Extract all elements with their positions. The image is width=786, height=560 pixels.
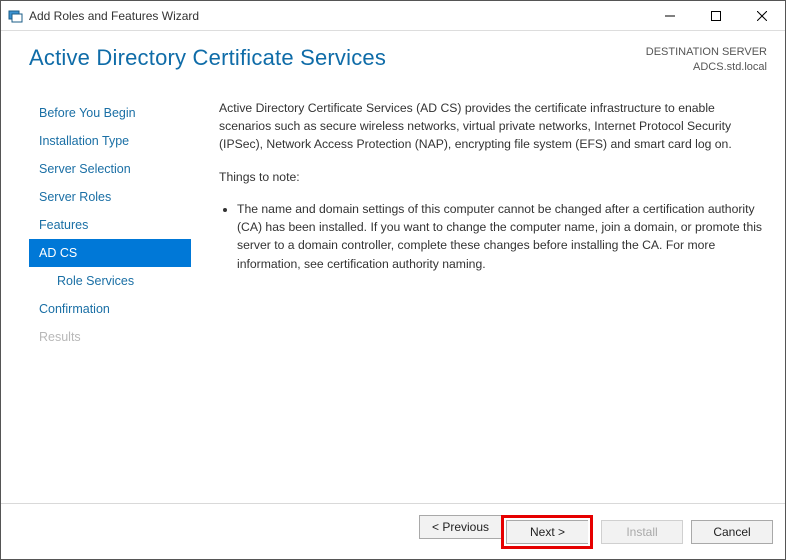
header: Active Directory Certificate Services DE… [1, 31, 785, 99]
footer: < Previous Next > Install Cancel [1, 503, 785, 559]
nav-item-features[interactable]: Features [29, 211, 191, 239]
next-button-highlight: Next > [501, 515, 593, 549]
nav-item-ad-cs[interactable]: AD CS [29, 239, 191, 267]
destination-value: ADCS.std.local [646, 60, 767, 75]
install-button: Install [601, 520, 683, 544]
previous-button[interactable]: < Previous [419, 515, 501, 539]
cancel-button[interactable]: Cancel [691, 520, 773, 544]
intro-text: Active Directory Certificate Services (A… [219, 99, 767, 154]
notes-heading: Things to note: [219, 168, 767, 186]
window-title: Add Roles and Features Wizard [29, 9, 647, 23]
nav-item-server-selection[interactable]: Server Selection [29, 155, 191, 183]
nav-item-server-roles[interactable]: Server Roles [29, 183, 191, 211]
maximize-button[interactable] [693, 1, 739, 30]
destination-server: DESTINATION SERVER ADCS.std.local [646, 45, 767, 75]
next-button[interactable]: Next > [506, 520, 588, 544]
destination-label: DESTINATION SERVER [646, 45, 767, 60]
nav-item-results: Results [29, 323, 191, 351]
nav-item-confirmation[interactable]: Confirmation [29, 295, 191, 323]
app-icon [7, 8, 23, 24]
page-title: Active Directory Certificate Services [29, 45, 386, 71]
body: Before You BeginInstallation TypeServer … [1, 99, 785, 503]
nav-button-group: < Previous Next > [419, 515, 593, 549]
notes-list: The name and domain settings of this com… [219, 200, 767, 273]
close-button[interactable] [739, 1, 785, 30]
wizard-nav: Before You BeginInstallation TypeServer … [29, 99, 191, 503]
window-controls [647, 1, 785, 30]
nav-item-before-you-begin[interactable]: Before You Begin [29, 99, 191, 127]
titlebar: Add Roles and Features Wizard [1, 1, 785, 31]
minimize-button[interactable] [647, 1, 693, 30]
note-item: The name and domain settings of this com… [237, 200, 767, 273]
wizard-window: Add Roles and Features Wizard Active Dir… [0, 0, 786, 560]
nav-item-installation-type[interactable]: Installation Type [29, 127, 191, 155]
nav-item-role-services[interactable]: Role Services [29, 267, 191, 295]
content-pane: Active Directory Certificate Services (A… [191, 99, 767, 503]
